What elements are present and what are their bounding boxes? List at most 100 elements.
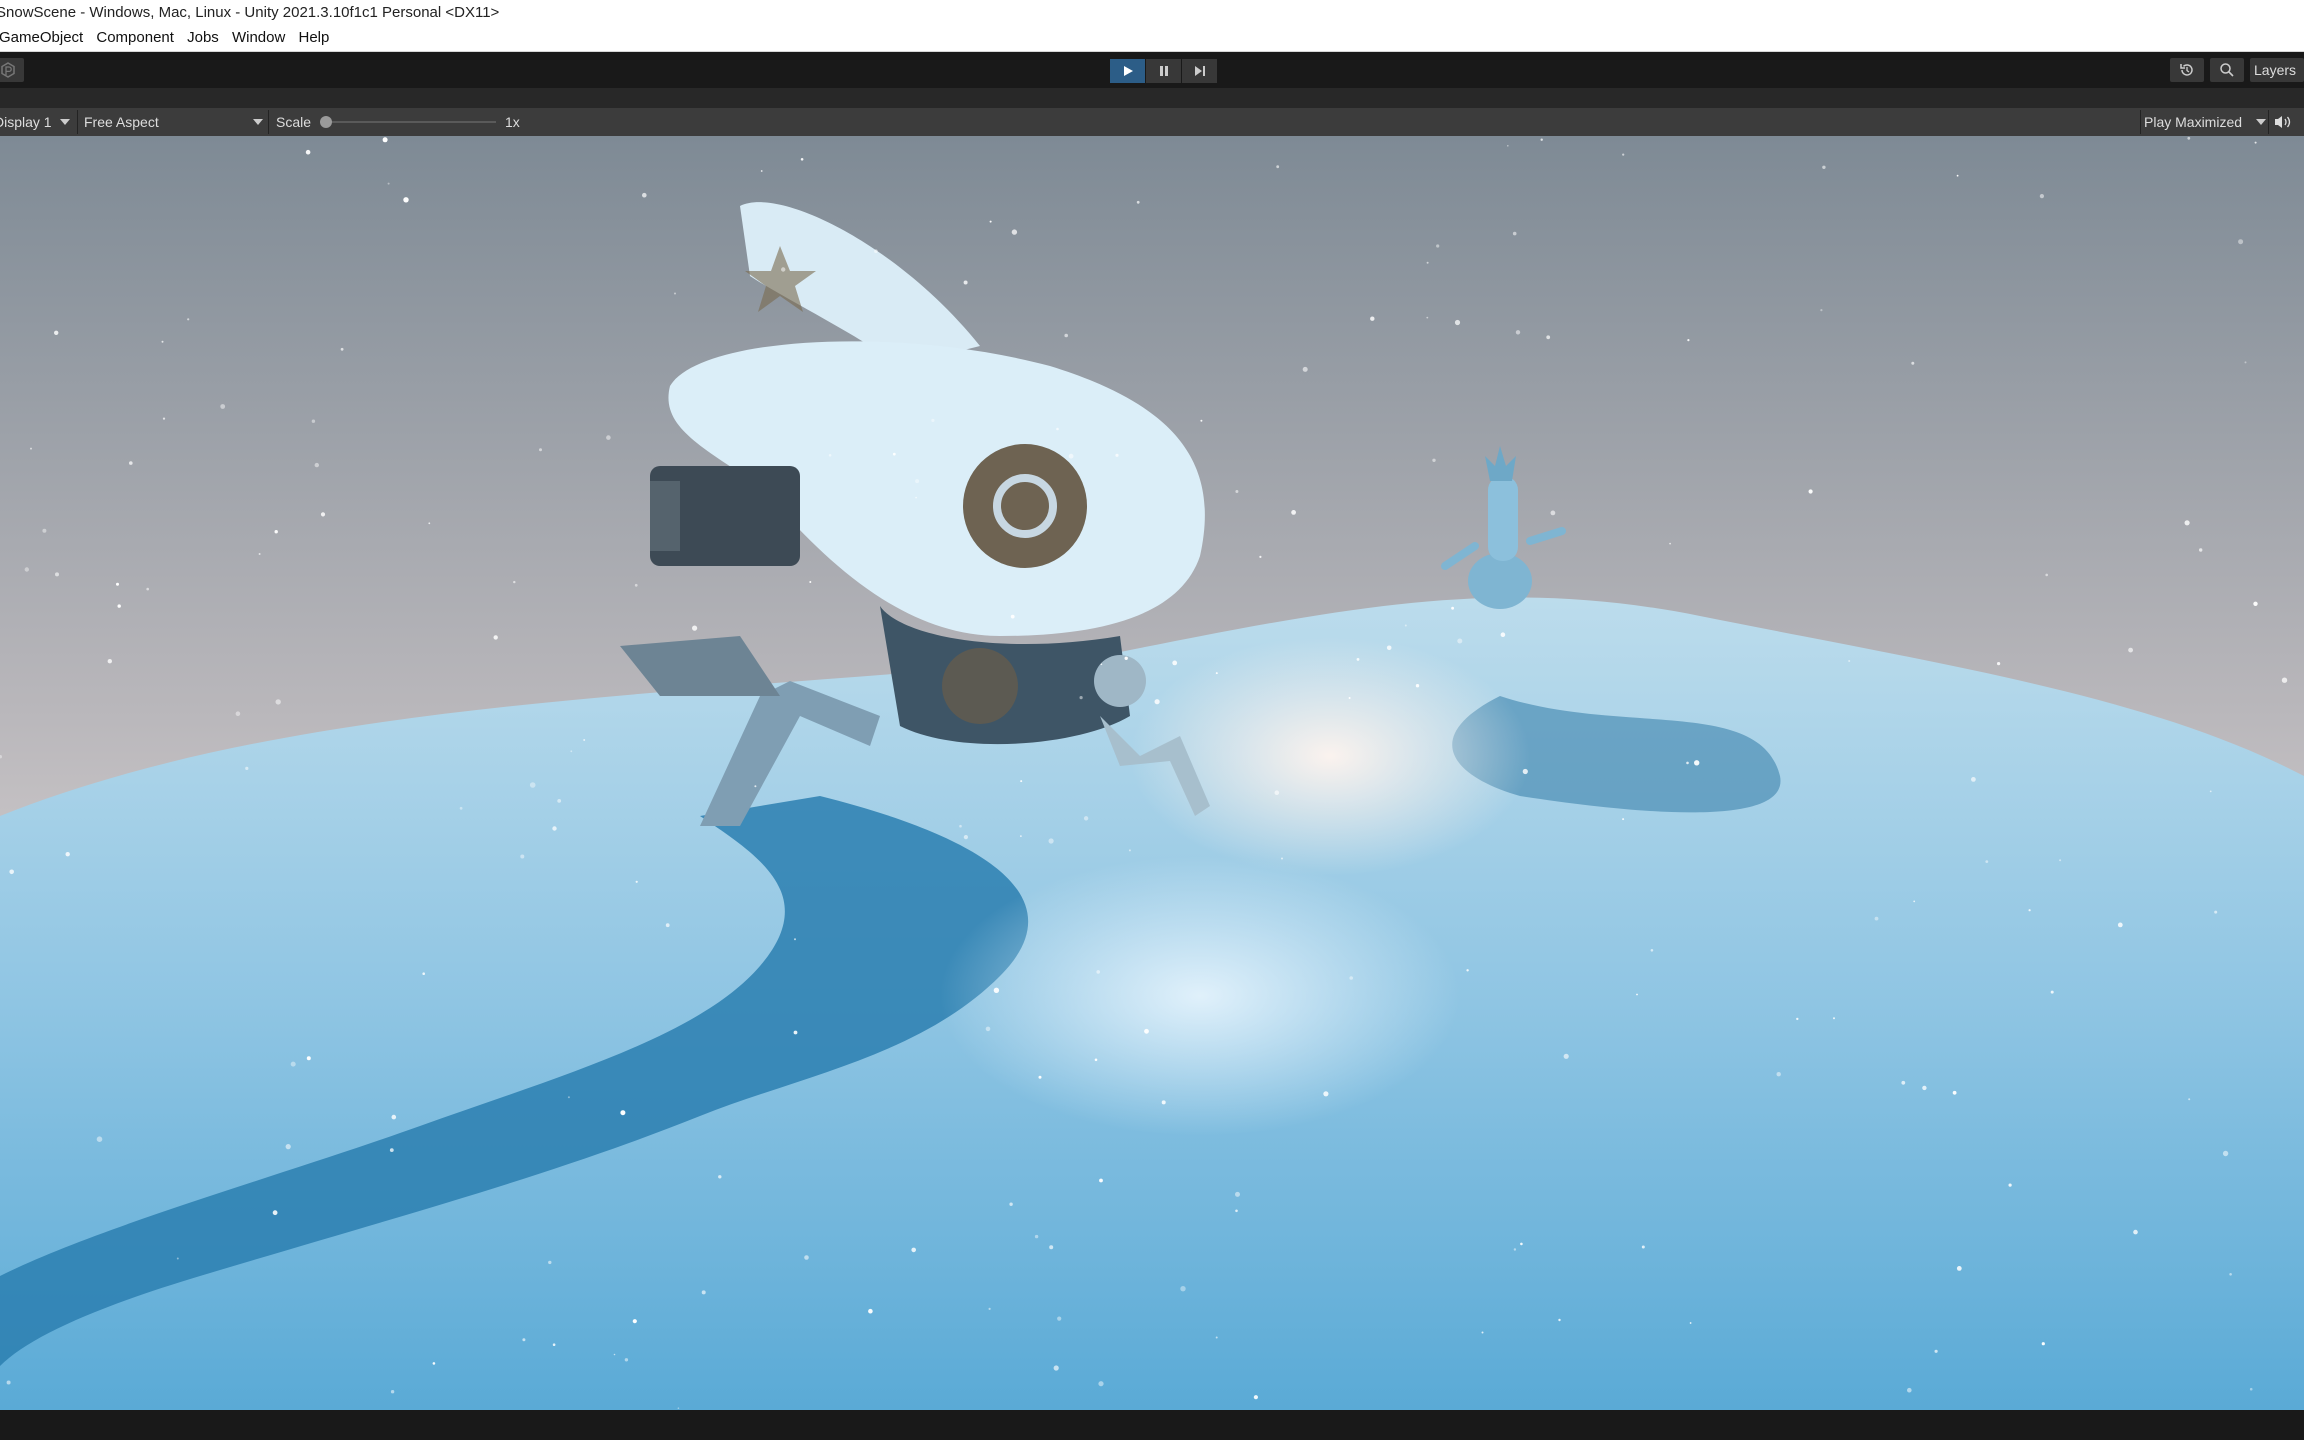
snowflake	[1235, 490, 1239, 493]
display-dropdown[interactable]: Display 1	[0, 108, 74, 136]
play-controls	[1110, 59, 1217, 83]
snowflake	[1099, 1178, 1103, 1183]
snowflake	[1064, 333, 1068, 338]
snowflake	[1056, 427, 1059, 431]
snowflake	[1451, 606, 1454, 610]
snowflake	[1172, 660, 1178, 666]
menu-gameobject[interactable]: GameObject	[0, 25, 83, 51]
layers-dropdown[interactable]: Layers	[2250, 58, 2304, 82]
snowflake	[2222, 1150, 2229, 1157]
snowflake	[428, 522, 431, 525]
snowflake	[1370, 316, 1375, 321]
snowflake	[390, 1390, 395, 1394]
snowflake	[220, 404, 226, 409]
snowflake	[340, 347, 344, 351]
snowflake	[320, 512, 326, 517]
snowflake	[1323, 1091, 1329, 1097]
chevron-down-icon	[2256, 119, 2266, 125]
snowflake	[275, 699, 281, 705]
snowflake	[1563, 1053, 1569, 1059]
snowflake	[1907, 1387, 1912, 1393]
snowflake	[2028, 909, 2031, 912]
mute-audio-button[interactable]	[2274, 108, 2298, 136]
snowflake	[760, 170, 763, 172]
play-mode-dropdown[interactable]: Play Maximized	[2144, 108, 2266, 136]
snowflake	[624, 1358, 629, 1362]
snowflake	[1253, 1395, 1258, 1400]
toolbar-right: Layers	[2170, 58, 2304, 82]
snowflake	[552, 1343, 556, 1346]
chevron-down-icon	[59, 119, 70, 125]
snowflake	[1291, 510, 1296, 515]
snowflake	[1235, 1191, 1240, 1197]
menu-component[interactable]: Component	[96, 25, 174, 51]
snowflake	[1200, 419, 1203, 422]
snowflake	[2133, 1229, 2138, 1235]
snowflake	[754, 785, 757, 788]
snowflake	[6, 1380, 11, 1385]
snowflake	[2253, 601, 2258, 606]
snowflake	[1010, 614, 1015, 619]
snowflake	[387, 182, 390, 185]
snowflake	[1922, 1085, 1927, 1091]
snowflake	[1034, 1234, 1039, 1239]
play-button[interactable]	[1110, 59, 1145, 83]
snowflake	[1457, 638, 1463, 644]
scale-slider-track[interactable]	[326, 121, 496, 123]
snowflake	[2187, 136, 2191, 140]
snowflake	[2117, 922, 2123, 928]
unity-account-icon	[1, 62, 15, 78]
snowflake	[1215, 1336, 1218, 1339]
snowflake	[548, 1260, 552, 1265]
snowflake	[493, 635, 498, 640]
snowflake	[314, 462, 319, 468]
snowflake	[985, 1026, 991, 1032]
snowflake	[2209, 790, 2212, 793]
toolbar-spacer	[0, 88, 2304, 108]
snowflake	[1100, 663, 1103, 666]
snowflake	[665, 923, 670, 928]
snowflake	[1520, 1242, 1523, 1246]
search-button[interactable]	[2210, 58, 2244, 82]
aspect-label: Free Aspect	[84, 114, 159, 130]
snowflake	[403, 197, 409, 203]
menu-window[interactable]: Window	[232, 25, 285, 51]
snowflake	[635, 880, 638, 883]
snowflake	[161, 340, 164, 343]
snowflake	[1426, 316, 1429, 319]
menu-jobs[interactable]: Jobs	[187, 25, 219, 51]
window-title: SnowScene - Windows, Mac, Linux - Unity …	[0, 4, 500, 21]
aspect-dropdown[interactable]: Free Aspect	[84, 108, 264, 136]
chevron-down-icon	[253, 119, 263, 125]
pause-button[interactable]	[1146, 59, 1181, 83]
snowflake	[567, 1096, 570, 1099]
snowflake	[1971, 777, 1976, 782]
snowflake	[1180, 1286, 1186, 1292]
snowflake	[1669, 542, 1671, 545]
snowflake	[30, 447, 32, 450]
snowflake	[285, 1144, 291, 1150]
snowflake	[1011, 229, 1018, 235]
snowflake	[1997, 662, 2001, 666]
step-button[interactable]	[1182, 59, 1217, 83]
game-view-toolbar: Display 1 Free Aspect Scale 1x Play Maxi…	[0, 108, 2304, 136]
snowflake	[272, 1210, 278, 1216]
snowflake	[1281, 857, 1283, 860]
snowflake	[107, 659, 113, 664]
snowflake	[129, 461, 133, 465]
snowflake	[1356, 658, 1360, 661]
snowflake	[1481, 1331, 1484, 1334]
snowflake	[2199, 548, 2203, 552]
snowflake	[583, 739, 586, 741]
account-button[interactable]	[0, 58, 24, 82]
snowflake	[804, 1255, 809, 1260]
scale-slider-handle[interactable]	[320, 116, 332, 128]
menu-help[interactable]: Help	[299, 25, 330, 51]
snowflake	[2244, 361, 2247, 364]
game-view[interactable]	[0, 136, 2304, 1410]
snowflake	[874, 249, 878, 253]
undo-history-button[interactable]	[2170, 58, 2204, 82]
snowflake	[931, 418, 935, 422]
snowflake	[1436, 244, 1440, 248]
search-icon	[2220, 63, 2234, 77]
